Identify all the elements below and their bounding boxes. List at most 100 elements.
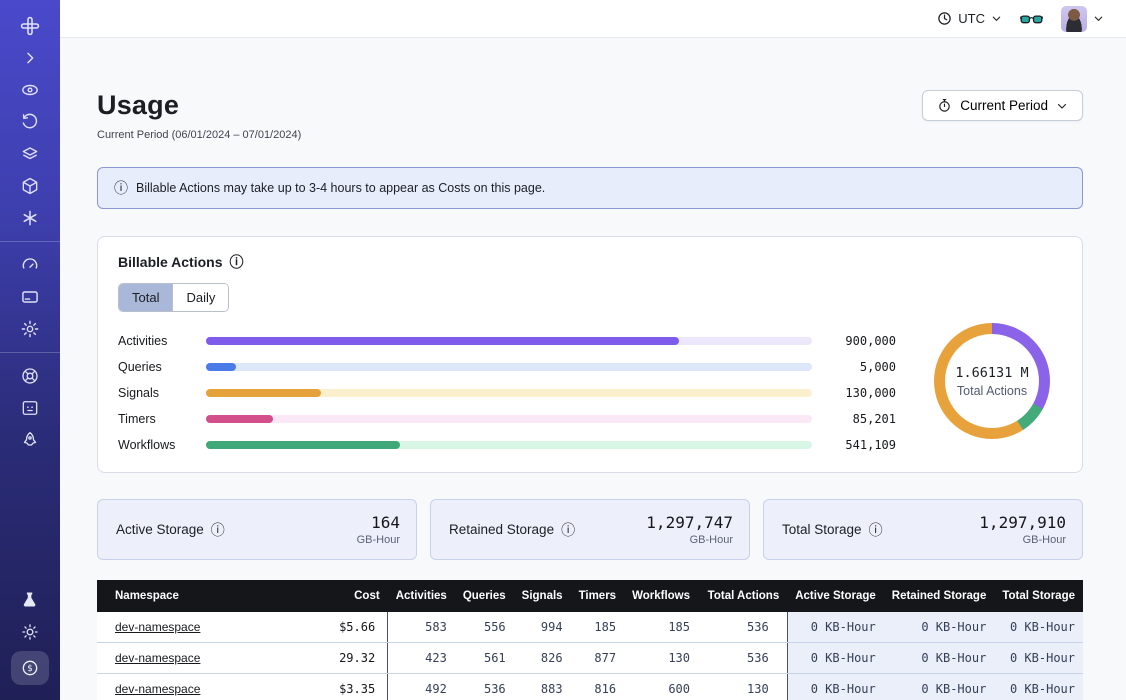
- col-signals: Signals: [514, 580, 571, 612]
- bar-track: [206, 337, 812, 345]
- sidebar-divider: [0, 241, 60, 242]
- total-storage-card: Total Storageⓘ 1,297,910GB-Hour: [763, 499, 1083, 560]
- namespace-link[interactable]: dev-namespace: [115, 620, 200, 634]
- storage-summary-row: Active Storage ⓘ 164 GB-Hour Retained Stor…: [97, 499, 1083, 560]
- svg-text:$: $: [27, 664, 33, 674]
- namespace-link[interactable]: dev-namespace: [115, 682, 200, 696]
- storage-unit: GB-Hour: [357, 534, 400, 546]
- bar-label: Timers: [118, 412, 206, 426]
- bar-fill: [206, 337, 679, 345]
- active-storage-cell: 0 KB-Hour: [787, 612, 884, 643]
- bar-track: [206, 441, 812, 449]
- bar-label: Queries: [118, 360, 206, 374]
- billable-bar-chart: Activities 900,000 Queries 5,000 Signals…: [118, 328, 896, 458]
- billable-actions-title: Billable Actions: [118, 254, 223, 270]
- storage-label: Total Storage: [782, 522, 862, 537]
- bar-track: [206, 415, 812, 423]
- history-icon[interactable]: [11, 108, 49, 136]
- total-storage-cell: 0 KB-Hour: [994, 643, 1083, 674]
- timers-cell: 185: [571, 612, 625, 643]
- card-icon[interactable]: [11, 283, 49, 311]
- donut-caption: Total Actions: [957, 384, 1027, 398]
- cost-cell: $5.66: [308, 612, 387, 643]
- dollar-usage-active-item[interactable]: $: [11, 651, 49, 685]
- bar-fill: [206, 363, 236, 371]
- queries-cell: 556: [455, 612, 514, 643]
- timezone-label: UTC: [958, 11, 985, 26]
- user-avatar: [1061, 6, 1087, 32]
- chevron-down-icon: [1093, 13, 1104, 24]
- info-icon[interactable]: ⓘ: [869, 523, 883, 537]
- clock-icon: [937, 11, 952, 26]
- info-icon: ⓘ: [114, 181, 128, 195]
- rocket-icon[interactable]: [11, 426, 49, 454]
- eye-icon[interactable]: [11, 76, 49, 104]
- chevron-down-icon: [991, 13, 1002, 24]
- storage-label: Active Storage: [116, 522, 204, 537]
- info-icon[interactable]: ⓘ: [561, 523, 575, 537]
- workflows-cell: 130: [624, 643, 698, 674]
- retained-storage-cell: 0 KB-Hour: [884, 643, 995, 674]
- asterisk-icon[interactable]: [11, 204, 49, 232]
- donut-total-value: 1.66131 M: [955, 365, 1028, 381]
- cube-icon[interactable]: [11, 172, 49, 200]
- total-actions-cell: 536: [698, 643, 787, 674]
- expand-sidebar-chevron-icon[interactable]: [11, 44, 49, 72]
- cost-cell: $3.35: [308, 674, 387, 700]
- bar-row-activities: Activities 900,000: [118, 328, 896, 354]
- gauge-icon[interactable]: [11, 251, 49, 279]
- info-icon[interactable]: ⓘ: [211, 523, 225, 537]
- bar-value: 130,000: [830, 386, 896, 400]
- bar-fill: [206, 415, 273, 423]
- col-workflows: Workflows: [624, 580, 698, 612]
- tab-total[interactable]: Total: [119, 284, 172, 311]
- retained-storage-cell: 0 KB-Hour: [884, 612, 995, 643]
- table-header-row: Namespace Cost Activities Queries Signal…: [97, 580, 1083, 612]
- workflows-cell: 185: [624, 612, 698, 643]
- activities-cell: 583: [388, 612, 455, 643]
- bar-row-timers: Timers 85,201: [118, 406, 896, 432]
- total-actions-cell: 130: [698, 674, 787, 700]
- bar-fill: [206, 441, 400, 449]
- bar-value: 5,000: [830, 360, 896, 374]
- total-storage-cell: 0 KB-Hour: [994, 612, 1083, 643]
- bar-row-queries: Queries 5,000: [118, 354, 896, 380]
- gear-icon[interactable]: [11, 315, 49, 343]
- glasses-icon[interactable]: [1020, 10, 1043, 28]
- sidebar-divider: [0, 352, 60, 353]
- flask-icon[interactable]: [11, 586, 49, 614]
- cost-cell: 29.32: [308, 643, 387, 674]
- info-icon[interactable]: ⓘ: [230, 255, 244, 269]
- layers-icon[interactable]: [11, 140, 49, 168]
- temporal-logo-icon[interactable]: [11, 12, 49, 40]
- col-queries: Queries: [455, 580, 514, 612]
- sun-icon[interactable]: [11, 618, 49, 646]
- lifebuoy-icon[interactable]: [11, 362, 49, 390]
- storage-value: 164: [357, 513, 400, 532]
- active-storage-card: Active Storage ⓘ 164 GB-Hour: [97, 499, 417, 560]
- sidebar: $: [0, 0, 60, 700]
- col-activities: Activities: [388, 580, 455, 612]
- active-storage-cell: 0 KB-Hour: [787, 643, 884, 674]
- signals-cell: 994: [514, 612, 571, 643]
- timezone-selector[interactable]: UTC: [937, 11, 1002, 26]
- billable-actions-card: Billable Actions ⓘ Total Daily Activitie…: [97, 236, 1083, 473]
- table-row: dev-namespace 29.32 423 561 826 877 130 …: [97, 643, 1083, 674]
- col-total-storage: Total Storage: [994, 580, 1083, 612]
- namespace-link[interactable]: dev-namespace: [115, 651, 200, 665]
- retained-storage-card: Retained Storageⓘ 1,297,747GB-Hour: [430, 499, 750, 560]
- current-period-button[interactable]: Current Period: [922, 90, 1083, 121]
- bar-label: Workflows: [118, 438, 206, 452]
- topbar: UTC: [60, 0, 1126, 38]
- timers-cell: 877: [571, 643, 625, 674]
- tab-daily[interactable]: Daily: [172, 284, 228, 311]
- info-banner: ⓘ Billable Actions may take up to 3-4 ho…: [97, 167, 1083, 209]
- queries-cell: 561: [455, 643, 514, 674]
- storage-value: 1,297,747: [646, 513, 733, 532]
- total-actions-donut-chart: 1.66131 M Total Actions: [934, 323, 1050, 439]
- total-storage-cell: 0 KB-Hour: [994, 674, 1083, 700]
- activities-cell: 423: [388, 643, 455, 674]
- storage-value: 1,297,910: [979, 513, 1066, 532]
- user-menu[interactable]: [1061, 6, 1104, 32]
- tablet-icon[interactable]: [11, 394, 49, 422]
